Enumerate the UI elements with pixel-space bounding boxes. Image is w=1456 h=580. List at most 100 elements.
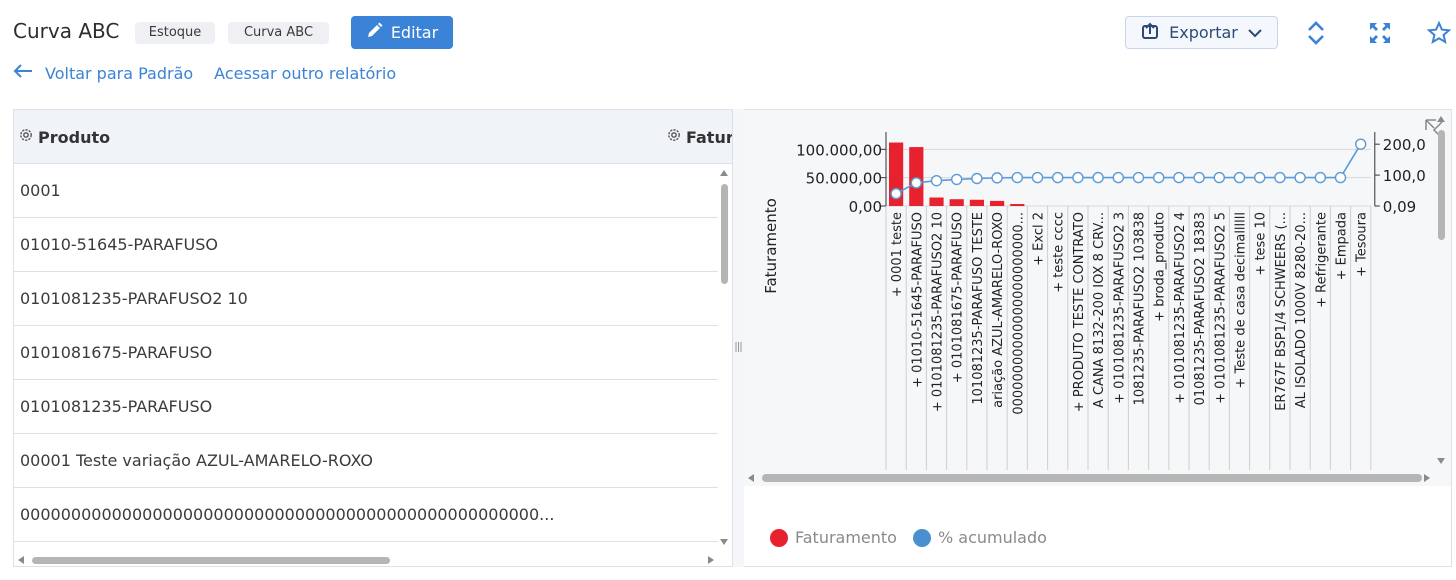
bar[interactable] [1010,204,1025,206]
abc-chart: 100.000,00 50.000,00 0,00 200,0 100,0 0,09 +… [748,116,1445,482]
other-report-link[interactable]: Acessar outro relatório [214,64,396,83]
sort-toggle-icon[interactable] [1303,20,1329,46]
bar[interactable] [969,199,984,206]
star-icon[interactable] [1426,20,1452,46]
chip-estoque: Estoque [135,22,215,44]
legend-swatch [770,528,788,547]
column-header-produto[interactable]: Produto [18,127,110,147]
table-row[interactable]: 00001 Teste variação AZUL-AMARELO-ROXO [14,434,718,488]
upload-icon [1141,22,1159,44]
bar[interactable] [949,199,964,206]
line-point[interactable] [950,173,963,186]
edit-button-label: Editar [390,23,439,42]
line-point[interactable] [1153,171,1165,184]
x-tick-label: + broda_produto [1153,212,1168,322]
x-tick-label: ER767F BSP1/4 SCHWEERS (... [1274,212,1289,411]
chevron-down-icon [1248,23,1262,42]
x-tick-label: + Teste de casa decimallllll [1234,212,1249,388]
page-title: Curva ABC [13,19,120,43]
x-tick-label: AL ISOLADO 1000V 8280-20... [1294,212,1309,408]
x-tick-label: A CANA 8132-200 IOX 8 CRV... [1092,212,1107,408]
legend-label: Faturamento [795,528,897,547]
x-tick-label: + 0101081235-PARAFUSO2 5 [1213,212,1228,404]
legend-label: % acumulado [937,528,1047,547]
x-tick-label: 1081235-PARAFUSO2 103838 [1133,212,1148,405]
line-point[interactable] [1254,171,1266,184]
chart-horizontal-scrollbar[interactable] [748,474,1430,482]
line-point[interactable] [1011,171,1023,184]
table-row[interactable]: 0000000000000000000000000000000000000000… [14,488,718,542]
line-point[interactable] [1314,171,1326,184]
y-tick-label: 50.000,00 [806,170,882,188]
line-point[interactable] [1092,171,1104,184]
table-row[interactable]: 0101081675-PARAFUSO [14,326,718,380]
panel-resize-handle[interactable] [733,109,744,567]
table-body: 0001 01010-51645-PARAFUSO 0101081235-PAR… [14,164,718,542]
line-point[interactable] [1213,171,1225,184]
line-point[interactable] [910,177,923,189]
x-tick-label: + Tesoura [1355,212,1370,277]
line-point[interactable] [1355,138,1367,150]
export-button-label: Exportar [1169,23,1238,42]
column-header-faturamento[interactable]: Fatur [666,127,733,147]
line-point[interactable] [1072,171,1084,184]
legend-item-acumulado[interactable]: % acumulado [912,528,1047,547]
line-point[interactable] [991,172,1003,184]
line-point[interactable] [1294,171,1306,184]
line-point[interactable] [1274,171,1286,184]
bar[interactable] [909,147,924,206]
legend-item-faturamento[interactable]: Faturamento [770,528,897,547]
x-tick-label: + Refrigerante [1314,212,1329,308]
chart-area: 100.000,00 50.000,00 0,00 200,0 100,0 0,09 +… [744,110,1451,486]
line-point[interactable] [930,174,943,187]
table-row[interactable]: 0101081235-PARAFUSO [14,380,718,434]
nav-links: Voltar para Padrão Acessar outro relatór… [13,63,396,83]
edit-button[interactable]: Editar [351,16,453,49]
y2-tick-label: 100,0 [1383,167,1426,185]
line-point[interactable] [1052,171,1064,184]
column-label: Produto [38,127,111,147]
x-tick-label: + 0001 teste [890,212,905,297]
x-tick-label: 00000000000000000000000... [1011,212,1026,415]
bar[interactable] [990,200,1005,206]
line-point[interactable] [971,172,983,185]
table-row[interactable]: 0101081235-PARAFUSO2 10 [14,272,718,326]
export-button[interactable]: Exportar [1125,16,1278,49]
line-point[interactable] [1233,171,1246,184]
legend-swatch [912,528,931,547]
column-label: Fatur [686,127,733,147]
line-point[interactable] [1334,171,1347,184]
x-tick-label: ariação AZUL-AMARELO-ROXO [991,212,1006,408]
fullscreen-icon[interactable] [1367,20,1393,46]
line-point[interactable] [1031,171,1044,184]
x-tick-label: + 0101081675-PARAFUSO [951,212,966,383]
table-vertical-scrollbar[interactable] [718,164,730,551]
arrow-left-icon[interactable] [13,63,33,83]
y2-tick-label: 200,0 [1383,136,1426,154]
line-point[interactable] [1132,171,1145,184]
gear-icon[interactable] [666,127,682,147]
x-tick-label: 101081235-PARAFUSO TESTE [971,212,986,405]
x-tick-label: + PRODUTO TESTE CONTRATO [1072,212,1087,412]
line-point[interactable] [1112,171,1124,184]
y-axis-label: Faturamento [762,198,780,294]
report-header: Curva ABC Estoque Curva ABC Editar Expor… [0,0,1456,100]
x-tick-label: + tese 10 [1254,212,1269,276]
line-point[interactable] [890,187,902,200]
table-row[interactable]: 0001 [14,164,718,218]
series-line [895,143,1362,195]
bar[interactable] [929,197,944,207]
chart-vertical-scrollbar[interactable] [1437,116,1445,464]
chart-panel: 100.000,00 50.000,00 0,00 200,0 100,0 0,09 +… [744,109,1452,567]
gear-icon[interactable] [18,127,34,147]
table-row[interactable]: 01010-51645-PARAFUSO [14,218,718,272]
y2-tick-label: 0,09 [1383,198,1416,216]
line-point[interactable] [1173,171,1185,184]
back-to-default-link[interactable]: Voltar para Padrão [45,64,193,83]
chart-legend: Faturamento % acumulado [770,528,1047,547]
line-point[interactable] [1193,171,1205,184]
x-tick-label: 01081235-PARAFUSO2 18383 [1193,212,1208,405]
table-horizontal-scrollbar[interactable] [14,552,732,566]
chip-curva-abc: Curva ABC [228,22,329,44]
x-tick-label: + 0101081235-PARAFUSO2 10 [931,212,946,412]
